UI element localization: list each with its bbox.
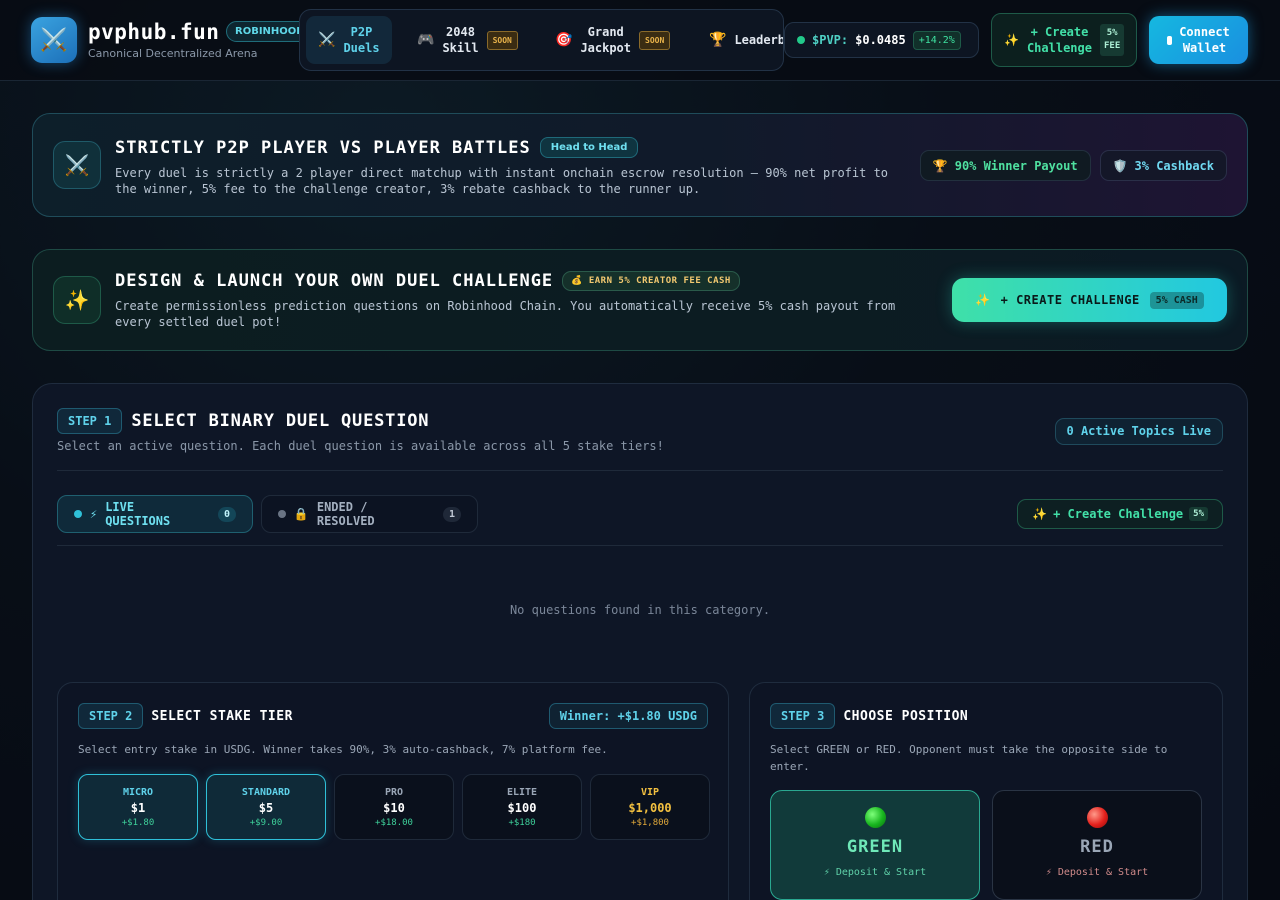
stake-tier-card: STEP 2 SELECT STAKE TIER Winner: +$1.80 …	[57, 682, 729, 900]
empty-state-message: No questions found in this category.	[509, 603, 771, 617]
create-challenge-banner: ✨ DESIGN & LAUNCH YOUR OWN DUEL CHALLENG…	[32, 249, 1248, 351]
shield-icon: 🛡️	[1112, 158, 1128, 173]
cash-tag: 5% CASH	[1149, 291, 1204, 309]
step-badge: STEP 2	[78, 703, 144, 729]
p2p-info-banner: ⚔️ STRICTLY P2P PLAYER VS PLAYER BATTLES…	[32, 113, 1248, 217]
step-badge: STEP 1	[57, 408, 123, 434]
trophy-icon: 🏆	[932, 158, 948, 173]
create-challenge-small-button[interactable]: ✨ + Create Challenge 5%	[1017, 499, 1223, 529]
crossed-swords-icon: ⚔️	[53, 141, 101, 189]
soon-badge: SOON	[639, 30, 671, 50]
sparkles-icon: ✨	[1032, 507, 1048, 521]
tab-live-questions[interactable]: ⚡ LIVE QUESTIONS 0	[57, 495, 253, 533]
trophy-icon: 🏆	[709, 32, 727, 48]
step-badge: STEP 3	[770, 703, 836, 729]
money-bag-icon: 💰	[571, 276, 583, 286]
top-header: ⚔️ pvphub.fun ROBINHOOD Canonical Decent…	[0, 0, 1280, 81]
green-orb-icon	[864, 807, 886, 828]
fee-badge: 5%	[1189, 507, 1208, 521]
live-dot-icon	[797, 36, 805, 44]
sparkles-icon: ✨	[1004, 33, 1019, 47]
brand-name[interactable]: pvphub.fun	[88, 20, 219, 44]
red-orb-icon	[1086, 807, 1108, 828]
create-challenge-cta-button[interactable]: ✨ + CREATE CHALLENGE 5% CASH	[952, 278, 1227, 322]
logo-icon[interactable]: ⚔️	[31, 17, 77, 63]
soon-badge: SOON	[486, 30, 518, 50]
banner-title: DESIGN & LAUNCH YOUR OWN DUEL CHALLENGE	[115, 271, 554, 291]
nav-grand-jackpot[interactable]: 🎯 Grand Jackpot SOON	[543, 16, 682, 64]
divider	[57, 470, 1223, 471]
step-description: Select an active question. Each duel que…	[57, 439, 664, 453]
banner-description: Create permissionless prediction questio…	[115, 299, 896, 329]
nav-2048-skill[interactable]: 🎮 2048 Skill SOON	[405, 16, 530, 64]
tier-micro[interactable]: MICRO $1 +$1.80	[78, 774, 198, 840]
position-red-button[interactable]: RED ⚡ Deposit & Start	[992, 790, 1202, 900]
connect-wallet-button[interactable]: Connect Wallet	[1149, 16, 1248, 64]
tier-elite[interactable]: ELITE $100 +$180	[462, 774, 582, 840]
divider	[57, 545, 1223, 546]
crossed-swords-icon: ⚔️	[318, 32, 336, 48]
step-title: SELECT STAKE TIER	[151, 708, 293, 724]
target-icon: 🎯	[555, 32, 573, 48]
sparkles-icon: ✨	[53, 276, 101, 324]
gamepad-icon: 🎮	[417, 32, 435, 48]
status-dot-icon	[278, 510, 286, 518]
duel-setup-panel: STEP 1 SELECT BINARY DUEL QUESTION Selec…	[32, 383, 1248, 900]
token-symbol: $PVP:	[812, 33, 849, 47]
nav-p2p-duels[interactable]: ⚔️ P2P Duels	[306, 16, 392, 64]
price-change-badge: +14.2%	[912, 30, 961, 50]
count-badge: 1	[442, 506, 461, 522]
main-nav: ⚔️ P2P Duels 🎮 2048 Skill SOON 🎯 Grand Jack…	[299, 9, 784, 71]
active-topics-counter: 0 Active Topics Live	[1054, 418, 1223, 445]
count-badge: 0	[217, 506, 236, 522]
banner-title: STRICTLY P2P PLAYER VS PLAYER BATTLES	[115, 137, 531, 158]
head-to-head-tag: Head to Head	[539, 137, 639, 158]
step-description: Select GREEN or RED. Opponent must take …	[770, 743, 1168, 773]
winner-payout-pill: 🏆 90% Winner Payout	[919, 150, 1091, 181]
creator-fee-tag: 💰 EARN 5% CREATOR FEE CASH	[562, 271, 740, 291]
position-green-button[interactable]: GREEN ⚡ Deposit & Start	[770, 790, 980, 900]
tier-pro[interactable]: PRO $10 +$18.00	[334, 774, 454, 840]
position-card: STEP 3 CHOOSE POSITION Select GREEN or R…	[749, 682, 1223, 900]
wallet-icon	[1167, 35, 1173, 45]
brand-subtitle: Canonical Decentralized Arena	[88, 47, 258, 60]
nav-leaderboard[interactable]: 🏆 Leaderb	[697, 16, 783, 64]
sparkles-icon: ✨	[975, 293, 991, 307]
create-challenge-button[interactable]: ✨ + Create Challenge 5% FEE	[991, 13, 1137, 67]
fee-badge: 5% FEE	[1099, 24, 1125, 56]
tier-vip[interactable]: VIP $1,000 +$1,800	[590, 774, 710, 840]
step-title: SELECT BINARY DUEL QUESTION	[131, 411, 430, 431]
winner-payout-badge: Winner: +$1.80 USDG	[548, 703, 708, 729]
tab-ended-resolved[interactable]: 🔒 ENDED / RESOLVED 1	[261, 495, 478, 533]
token-price-pill: $PVP: $0.0485 +14.2%	[784, 22, 979, 58]
lock-icon: 🔒	[293, 507, 309, 521]
banner-description: Every duel is strictly a 2 player direct…	[115, 166, 889, 196]
step-title: CHOOSE POSITION	[843, 708, 969, 724]
lightning-icon: ⚡	[89, 507, 98, 521]
step-description: Select entry stake in USDG. Winner takes…	[78, 743, 608, 756]
token-price: $0.0485	[855, 33, 906, 47]
tier-standard[interactable]: STANDARD $5 +$9.00	[206, 774, 326, 840]
status-dot-icon	[74, 510, 82, 518]
cashback-pill: 🛡️ 3% Cashback	[1099, 150, 1227, 181]
